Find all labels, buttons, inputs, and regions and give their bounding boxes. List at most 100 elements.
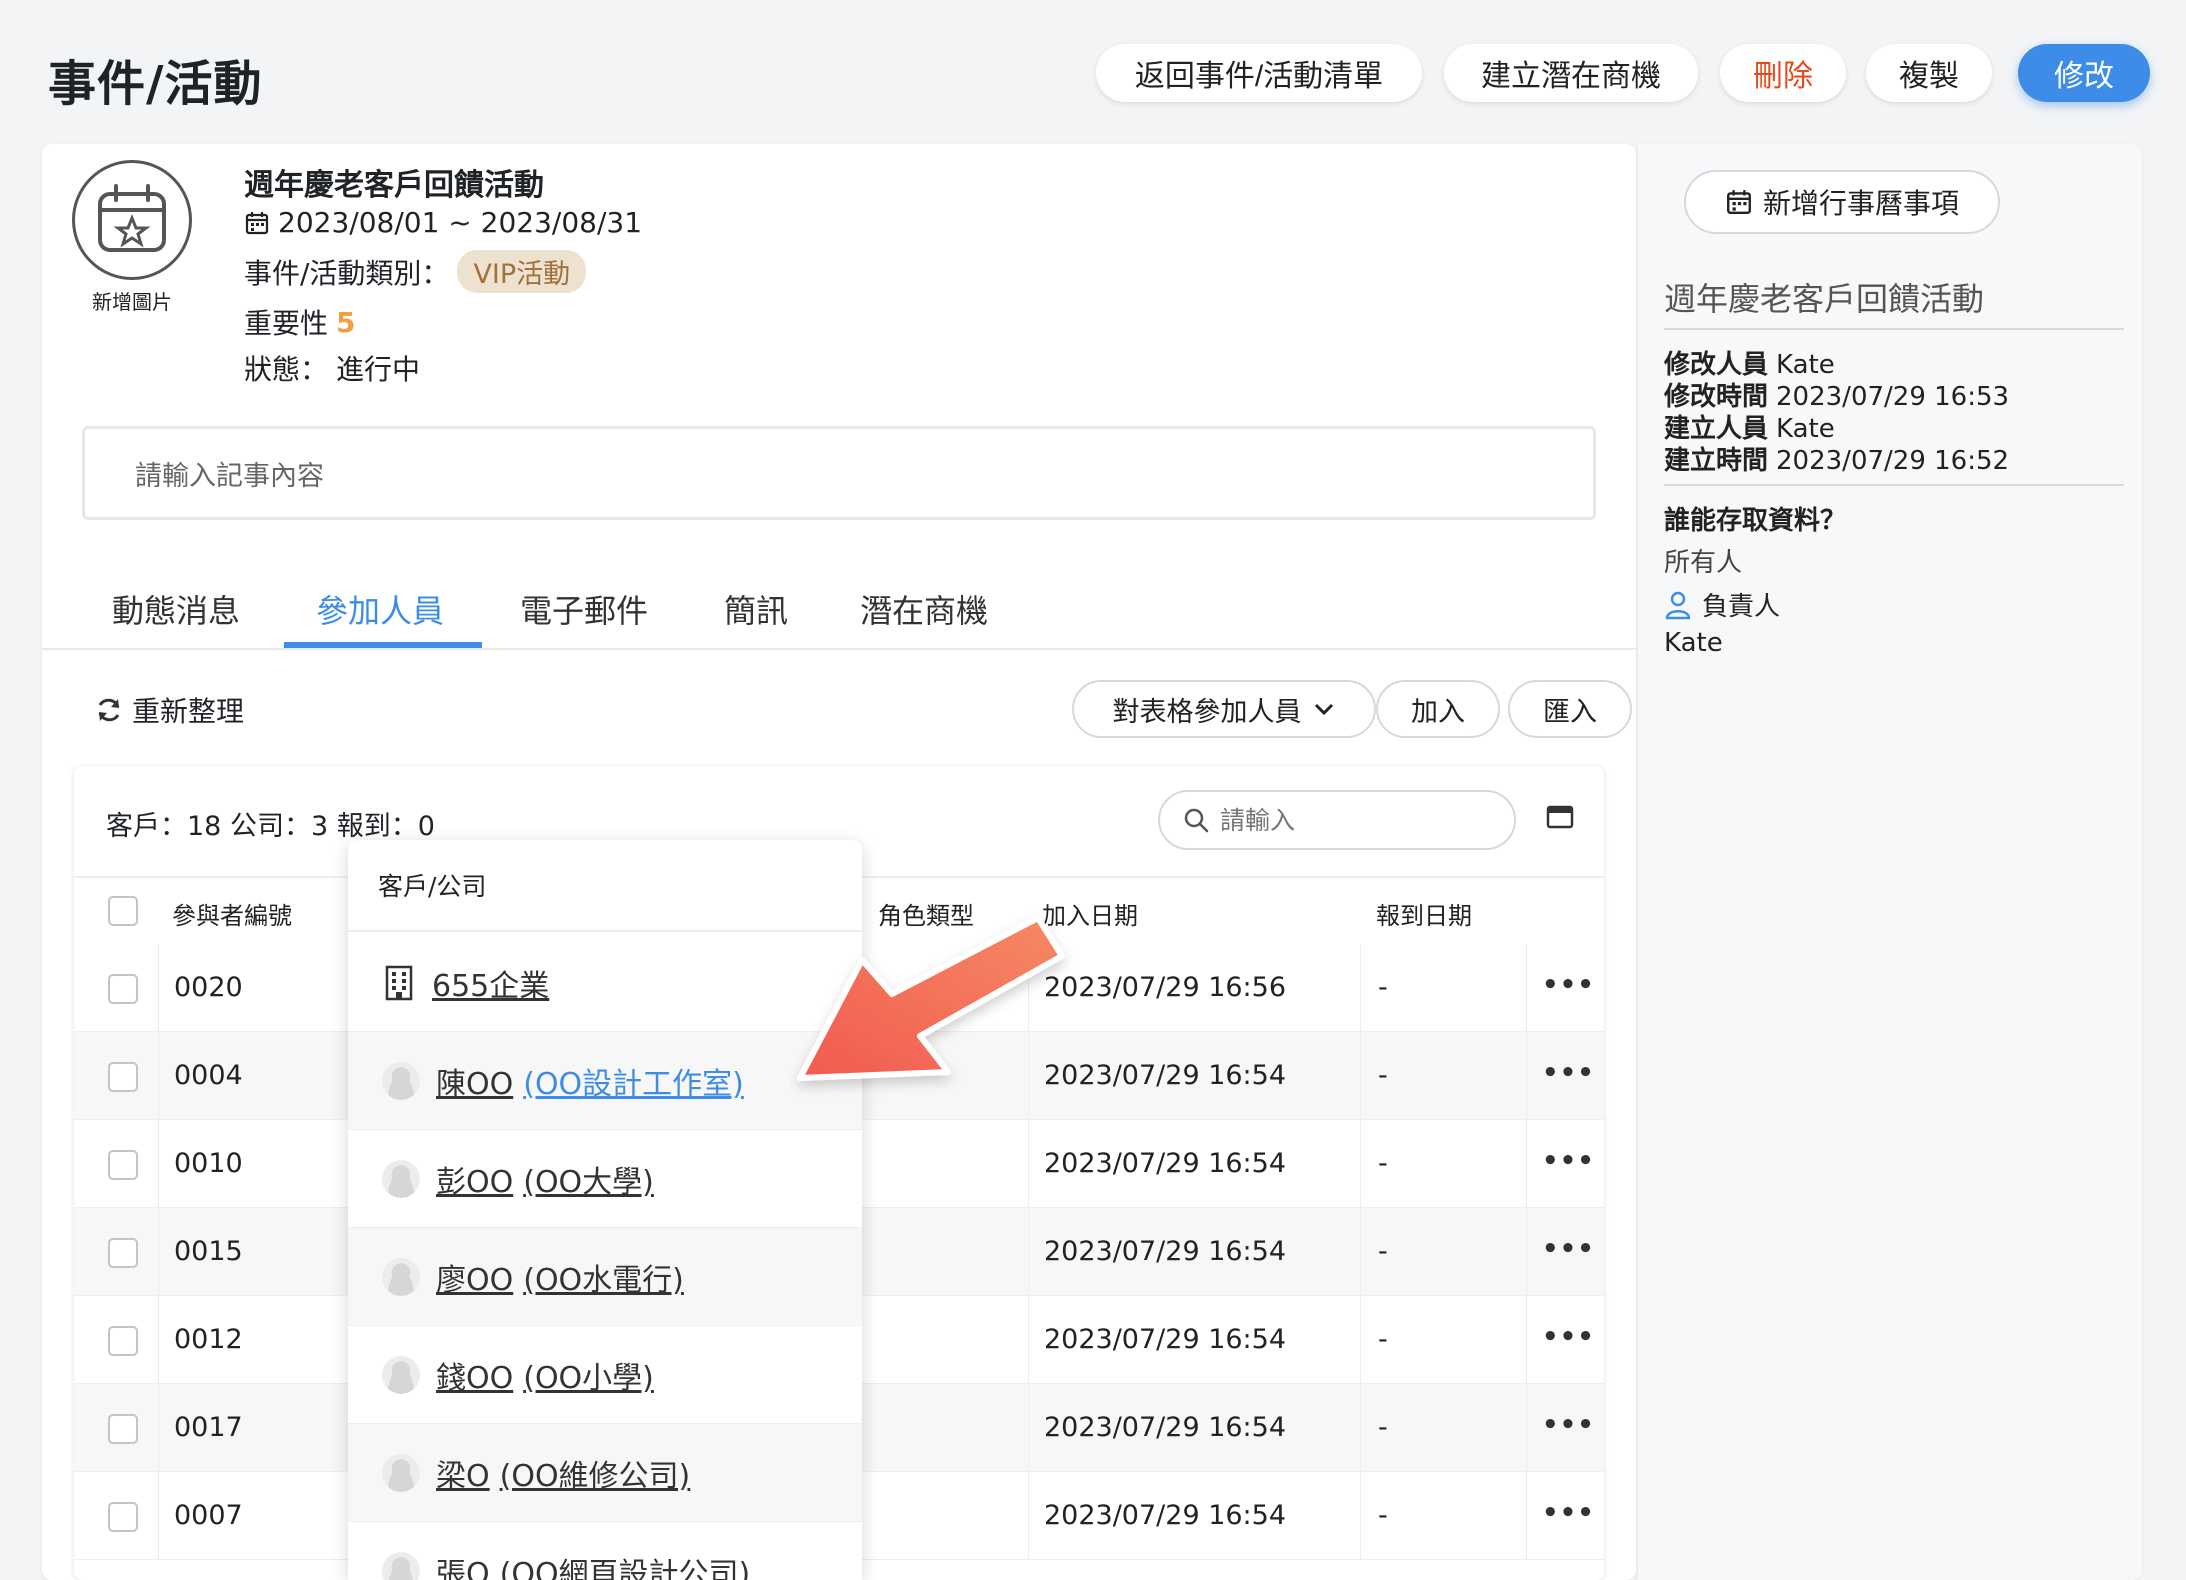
customer-company-link[interactable]: (OO設計工作室): [523, 1059, 744, 1103]
cell-divider: [1028, 1384, 1029, 1472]
event-date-range: 2023/08/01 ~ 2023/08/31: [278, 206, 643, 239]
chevron-down-icon: [1314, 703, 1333, 716]
tab-participants[interactable]: 參加人員: [316, 586, 444, 632]
create-opportunity-button[interactable]: 建立潛在商機: [1444, 44, 1698, 102]
tab-opportunities[interactable]: 潛在商機: [860, 586, 988, 632]
column-settings-icon[interactable]: [1546, 804, 1574, 830]
join-date: 2023/07/29 16:54: [1044, 1500, 1287, 1531]
created-time-row: 建立時間 2023/07/29 16:52: [1664, 440, 2009, 477]
customer-company-link[interactable]: (OO大學): [523, 1157, 654, 1201]
customer-link[interactable]: 彭OO: [436, 1157, 513, 1201]
edit-button[interactable]: 修改: [2018, 44, 2150, 102]
row-checkbox[interactable]: [108, 1326, 138, 1356]
calendar-star-icon: [98, 184, 166, 252]
more-actions-button[interactable]: •••: [1542, 1498, 1595, 1528]
customer-company-link[interactable]: (OO小學): [523, 1353, 654, 1397]
access-all: 所有人: [1664, 548, 1743, 578]
sidebar-divider: [1664, 328, 2124, 330]
tab-sms[interactable]: 簡訊: [724, 586, 788, 632]
cell-divider: [1526, 1472, 1527, 1560]
refresh-button[interactable]: 重新整理: [94, 690, 244, 730]
more-actions-button[interactable]: •••: [1542, 1410, 1595, 1440]
person-avatar-icon: [382, 1355, 420, 1394]
more-actions-button[interactable]: •••: [1542, 1234, 1595, 1264]
created-time-label: 建立時間: [1664, 446, 1769, 476]
person-icon: [1665, 591, 1691, 619]
cell-divider: [1360, 1384, 1361, 1472]
row-checkbox[interactable]: [108, 1502, 138, 1532]
participant-id: 0020: [174, 972, 243, 1003]
row-checkbox[interactable]: [108, 1414, 138, 1444]
search-input[interactable]: [1220, 805, 1490, 835]
more-actions-button[interactable]: •••: [1542, 1146, 1595, 1176]
customer-link[interactable]: 廖OO: [436, 1255, 513, 1299]
copy-button[interactable]: 複製: [1866, 44, 1992, 102]
customer-link[interactable]: 張O: [436, 1549, 490, 1580]
join-date: 2023/07/29 16:54: [1044, 1148, 1287, 1179]
customer-company-link[interactable]: (OO水電行): [523, 1255, 684, 1299]
more-actions-button[interactable]: •••: [1542, 1322, 1595, 1352]
cell-divider: [1526, 944, 1527, 1032]
tab-news[interactable]: 動態消息: [112, 586, 240, 632]
checkin-date: -: [1378, 1500, 1388, 1531]
dropdown-item-customer[interactable]: 陳OO (OO設計工作室): [348, 1032, 862, 1130]
table-action-label: 對表格參加人員: [1112, 696, 1302, 728]
join-date: 2023/07/29 16:54: [1044, 1236, 1287, 1267]
more-actions-button[interactable]: •••: [1542, 1058, 1595, 1088]
customer-company-dropdown: 客戶/公司 655企業 陳OO (OO設計工作室) 彭OO (OO大學) 廖OO…: [348, 840, 862, 1580]
customer-link[interactable]: 錢OO: [436, 1353, 513, 1397]
dropdown-item-customer[interactable]: 廖OO (OO水電行): [348, 1228, 862, 1326]
category-badge: VIP活動: [457, 250, 587, 293]
checkin-date: -: [1378, 1148, 1388, 1179]
page-title: 事件/活動: [48, 56, 263, 112]
tab-divider: [42, 648, 1636, 650]
add-image-button[interactable]: [72, 160, 192, 280]
dropdown-item-company[interactable]: 655企業: [348, 934, 862, 1032]
select-all-checkbox[interactable]: [108, 896, 138, 926]
cell-divider: [1360, 1296, 1361, 1384]
event-importance: 重要性 5: [244, 302, 356, 342]
cell-divider: [158, 1208, 159, 1296]
checkin-date: -: [1378, 972, 1388, 1003]
table-action-dropdown[interactable]: 對表格參加人員: [1072, 680, 1376, 738]
participant-id: 0012: [174, 1324, 243, 1355]
row-checkbox[interactable]: [108, 974, 138, 1004]
table-summary: 客戶：18 公司：3 報到：0: [106, 811, 435, 842]
row-checkbox[interactable]: [108, 1062, 138, 1092]
cell-divider: [1526, 1296, 1527, 1384]
cell-divider: [158, 1120, 159, 1208]
search-box[interactable]: [1158, 790, 1516, 850]
row-checkbox[interactable]: [108, 1238, 138, 1268]
add-calendar-button[interactable]: 新增行事曆事項: [1684, 170, 2000, 234]
company-link[interactable]: 655企業: [432, 961, 549, 1005]
event-date: 2023/08/01 ~ 2023/08/31: [244, 206, 642, 239]
tab-email[interactable]: 電子郵件: [520, 586, 648, 632]
cell-divider: [1360, 1032, 1361, 1120]
dropdown-item-customer[interactable]: 彭OO (OO大學): [348, 1130, 862, 1228]
row-checkbox[interactable]: [108, 1150, 138, 1180]
import-button[interactable]: 匯入: [1508, 680, 1632, 738]
importance-label: 重要性: [244, 307, 329, 340]
status-label: 狀態：: [244, 353, 329, 386]
dropdown-item-customer[interactable]: 梁O (OO維修公司): [348, 1424, 862, 1522]
note-input[interactable]: 請輸入記事內容: [82, 426, 1596, 520]
back-to-list-button[interactable]: 返回事件/活動清單: [1096, 44, 1422, 102]
join-date: 2023/07/29 16:54: [1044, 1412, 1287, 1443]
cell-divider: [158, 1384, 159, 1472]
delete-button[interactable]: 刪除: [1720, 44, 1846, 102]
importance-value: 5: [336, 305, 356, 339]
dropdown-item-customer[interactable]: 張O (OO網頁設計公司): [348, 1522, 862, 1580]
customer-company-link[interactable]: (OO維修公司): [500, 1451, 691, 1495]
access-label: 誰能存取資料？: [1664, 506, 1847, 536]
cell-divider: [1526, 1384, 1527, 1472]
customer-link[interactable]: 梁O: [436, 1451, 490, 1495]
cell-divider: [1526, 1208, 1527, 1296]
calendar-icon: [1727, 190, 1751, 214]
person-avatar-icon: [382, 1551, 420, 1580]
customer-link[interactable]: 陳OO: [436, 1059, 513, 1103]
join-button[interactable]: 加入: [1376, 680, 1500, 738]
more-actions-button[interactable]: •••: [1542, 970, 1595, 1000]
dropdown-item-customer[interactable]: 錢OO (OO小學): [348, 1326, 862, 1424]
customer-company-link[interactable]: (OO網頁設計公司): [500, 1549, 751, 1580]
event-category: 事件/活動類別： VIP活動: [244, 250, 587, 293]
